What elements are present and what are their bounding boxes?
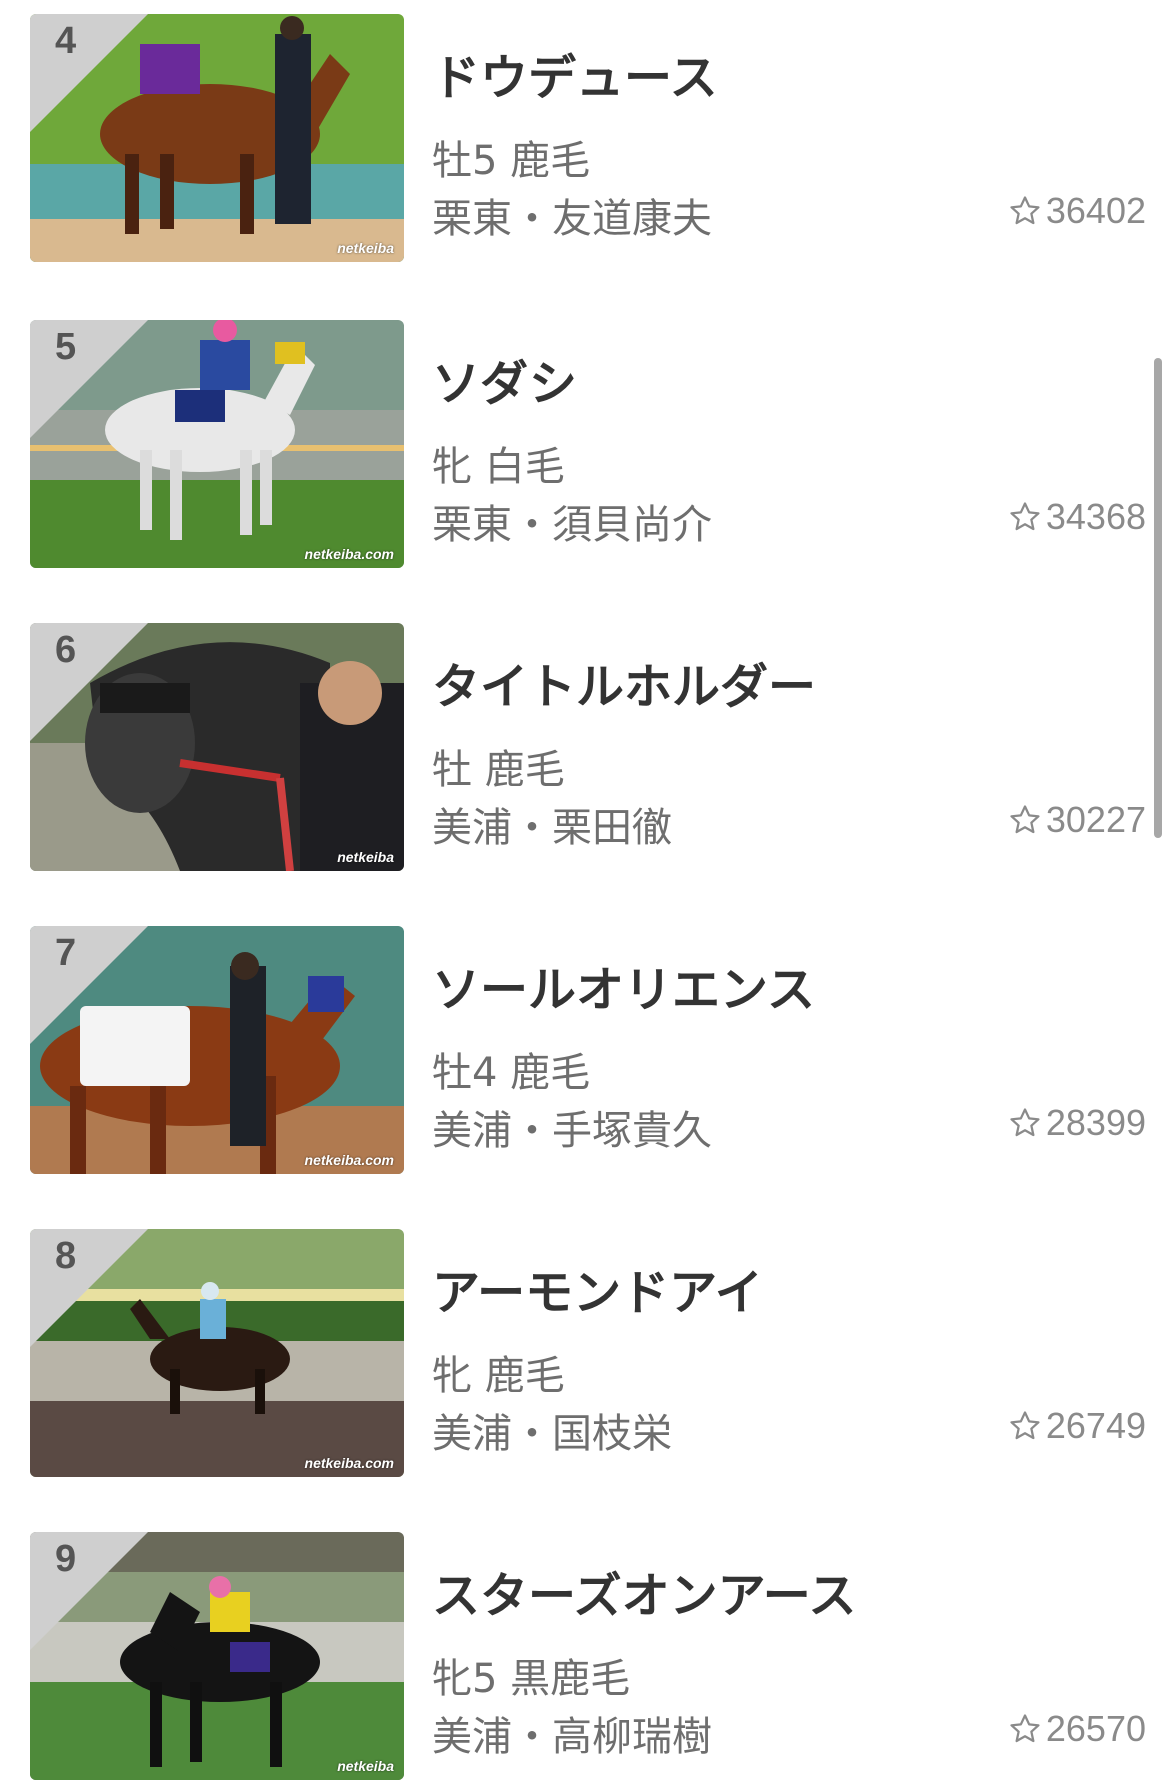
watermark: netkeiba.com [304,1455,394,1471]
horse-photo[interactable]: 4 netkeiba [30,14,404,262]
rank-number: 5 [55,326,77,368]
rank-badge [30,1229,148,1347]
horse-name[interactable]: ソダシ [432,344,577,414]
rank-number: 4 [55,20,77,62]
favorite-count-value: 34368 [1045,496,1146,537]
rank-badge [30,320,148,438]
watermark: netkeiba [337,1758,394,1774]
horse-trainer: 栗東・友道康夫 [432,196,712,242]
favorite-count-value: 26570 [1045,1708,1146,1749]
scrollbar[interactable] [1154,358,1162,838]
star-outline-icon[interactable] [1008,1712,1042,1746]
horse-trainer: 美浦・国枝栄 [432,1411,672,1457]
horse-photo[interactable]: 6 netkeiba [30,623,404,871]
favorite-count[interactable]: 26570 [1008,1708,1146,1750]
star-outline-icon[interactable] [1008,194,1042,228]
star-outline-icon[interactable] [1008,1409,1042,1443]
rank-number: 7 [55,932,77,974]
horse-photo[interactable]: 9 netkeiba [30,1532,404,1780]
list-item[interactable]: 4 netkeiba ドウデュース 牡5 鹿毛 栗東・友道康夫 36402 [0,14,1170,264]
horse-trainer: 美浦・手塚貴久 [432,1108,712,1154]
horse-sex-age-color: 牝5 黒鹿毛 [432,1656,631,1702]
horse-sex-age-color: 牡 鹿毛 [432,747,565,793]
favorite-count[interactable]: 26749 [1008,1405,1146,1447]
favorite-count[interactable]: 28399 [1008,1102,1146,1144]
watermark: netkeiba.com [304,1152,394,1168]
horse-sex-age-color: 牝 鹿毛 [432,1353,565,1399]
rank-badge [30,14,148,132]
star-outline-icon[interactable] [1008,1106,1042,1140]
list-item[interactable]: 9 netkeiba スターズオンアース 牝5 黒鹿毛 美浦・高柳瑞樹 2657… [0,1532,1170,1782]
watermark: netkeiba.com [304,546,394,562]
horse-name[interactable]: ソールオリエンス [432,950,815,1020]
favorite-count-value: 30227 [1045,799,1146,840]
horse-photo[interactable]: 7 netkeiba.com [30,926,404,1174]
rank-number: 9 [55,1538,77,1580]
rank-number: 8 [55,1235,77,1277]
star-outline-icon[interactable] [1008,803,1042,837]
favorite-count-value: 28399 [1045,1102,1146,1143]
horse-trainer: 栗東・須貝尚介 [432,502,712,548]
rank-badge [30,623,148,741]
favorite-count[interactable]: 34368 [1008,496,1146,538]
horse-trainer: 美浦・高柳瑞樹 [432,1714,712,1760]
horse-photo[interactable]: 5 netkeiba.com [30,320,404,568]
horse-name[interactable]: アーモンドアイ [432,1253,763,1323]
horse-photo[interactable]: 8 netkeiba.com [30,1229,404,1477]
horse-sex-age-color: 牡4 鹿毛 [432,1050,591,1096]
rank-badge [30,1532,148,1650]
rank-number: 6 [55,629,77,671]
watermark: netkeiba [337,240,394,256]
favorite-count[interactable]: 30227 [1008,799,1146,841]
list-item[interactable]: 7 netkeiba.com ソールオリエンス 牡4 鹿毛 美浦・手塚貴久 28… [0,926,1170,1176]
rank-badge [30,926,148,1044]
list-item[interactable]: 8 netkeiba.com アーモンドアイ 牝 鹿毛 美浦・国枝栄 26749 [0,1229,1170,1479]
horse-name[interactable]: スターズオンアース [432,1556,856,1626]
favorite-count-value: 26749 [1045,1405,1146,1446]
watermark: netkeiba [337,849,394,865]
favorite-count-value: 36402 [1045,190,1146,231]
list-item[interactable]: 5 netkeiba.com ソダシ 牝 白毛 栗東・須貝尚介 34368 [0,320,1170,570]
favorite-count[interactable]: 36402 [1008,190,1146,232]
horse-name[interactable]: ドウデュース [432,38,718,108]
star-outline-icon[interactable] [1008,500,1042,534]
list-item[interactable]: 6 netkeiba タイトルホルダー 牡 鹿毛 美浦・栗田徹 30227 [0,623,1170,873]
horse-name[interactable]: タイトルホルダー [432,647,816,717]
horse-sex-age-color: 牡5 鹿毛 [432,138,591,184]
horse-trainer: 美浦・栗田徹 [432,805,672,851]
horse-sex-age-color: 牝 白毛 [432,444,565,490]
